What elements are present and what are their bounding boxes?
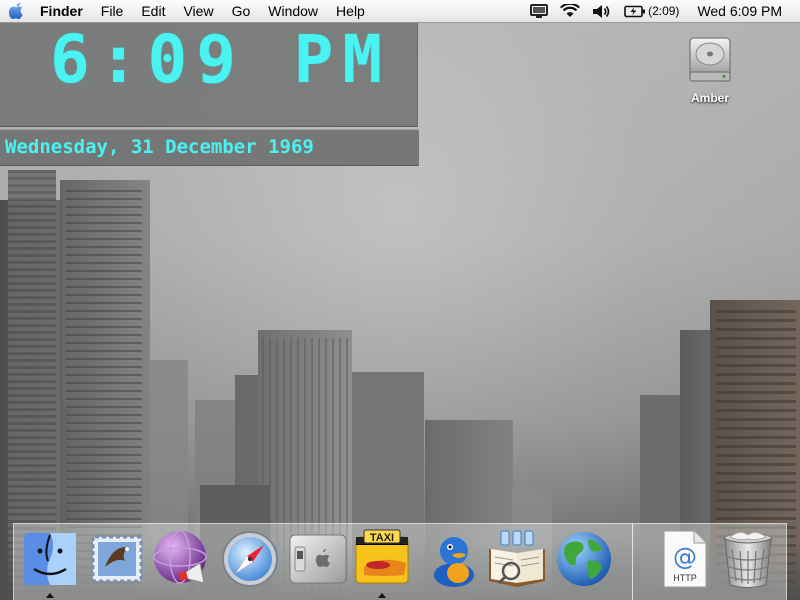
battery-icon	[624, 5, 646, 17]
dock-item-globe[interactable]	[552, 527, 616, 591]
dock-separator	[632, 523, 633, 600]
menu-go[interactable]: Go	[223, 0, 260, 22]
widget-clock-time[interactable]: 6:09 PM	[0, 23, 418, 127]
dock-running-indicator	[46, 593, 54, 598]
menu-edit[interactable]: Edit	[132, 0, 174, 22]
dock-item-safari[interactable]	[218, 527, 282, 591]
dock-item-duck-app[interactable]	[422, 527, 486, 591]
volume-icon[interactable]	[586, 4, 618, 19]
dock-item-purple-app[interactable]	[150, 527, 214, 591]
http-document-label: HTTP	[673, 573, 697, 583]
dock-item-taxi-app[interactable]: TAXI	[350, 527, 414, 591]
hard-drive-icon	[689, 37, 731, 82]
trash-icon	[723, 531, 773, 588]
finder-icon	[24, 533, 76, 585]
taxi-app-icon: TAXI	[355, 529, 409, 584]
dock-item-finder[interactable]	[18, 527, 82, 591]
menu-finder[interactable]: Finder	[34, 0, 92, 22]
battery-status[interactable]: (2:09)	[618, 4, 685, 18]
menu-bar: Finder File Edit View Go Window Help (2:…	[0, 0, 800, 23]
desktop-icon-amber[interactable]: Amber	[680, 34, 740, 105]
duck-app-icon	[434, 537, 474, 587]
menu-clock[interactable]: Wed 6:09 PM	[685, 3, 800, 19]
http-document-icon: @ HTTP	[663, 530, 707, 588]
safari-icon	[222, 531, 278, 587]
svg-text:@: @	[673, 543, 697, 571]
battery-time: (2:09)	[648, 4, 680, 18]
wifi-icon[interactable]	[554, 3, 586, 19]
dock-item-mail[interactable]	[85, 527, 149, 591]
desktop-icon-label: Amber	[690, 91, 729, 105]
dock-running-indicator	[378, 593, 386, 598]
mail-icon	[91, 535, 143, 583]
menu-help[interactable]: Help	[327, 0, 374, 22]
apple-menu-icon[interactable]	[0, 0, 34, 22]
dictionary-icon	[489, 530, 545, 587]
adium-like-icon	[153, 530, 207, 584]
globe-icon	[557, 532, 611, 586]
menu-view[interactable]: View	[174, 0, 222, 22]
display-mirroring-icon[interactable]	[524, 3, 554, 19]
dock-item-http-document[interactable]: @ HTTP	[652, 527, 716, 591]
menu-file[interactable]: File	[92, 0, 133, 22]
dock-item-dictionary[interactable]	[485, 527, 549, 591]
widget-clock-date: Wednesday, 31 December 1969	[0, 129, 419, 166]
menu-window[interactable]: Window	[259, 0, 327, 22]
dock-item-trash[interactable]	[716, 527, 780, 591]
svg-text:TAXI: TAXI	[370, 532, 394, 544]
dock-item-system-preferences[interactable]	[286, 527, 350, 591]
system-preferences-icon	[289, 534, 347, 584]
